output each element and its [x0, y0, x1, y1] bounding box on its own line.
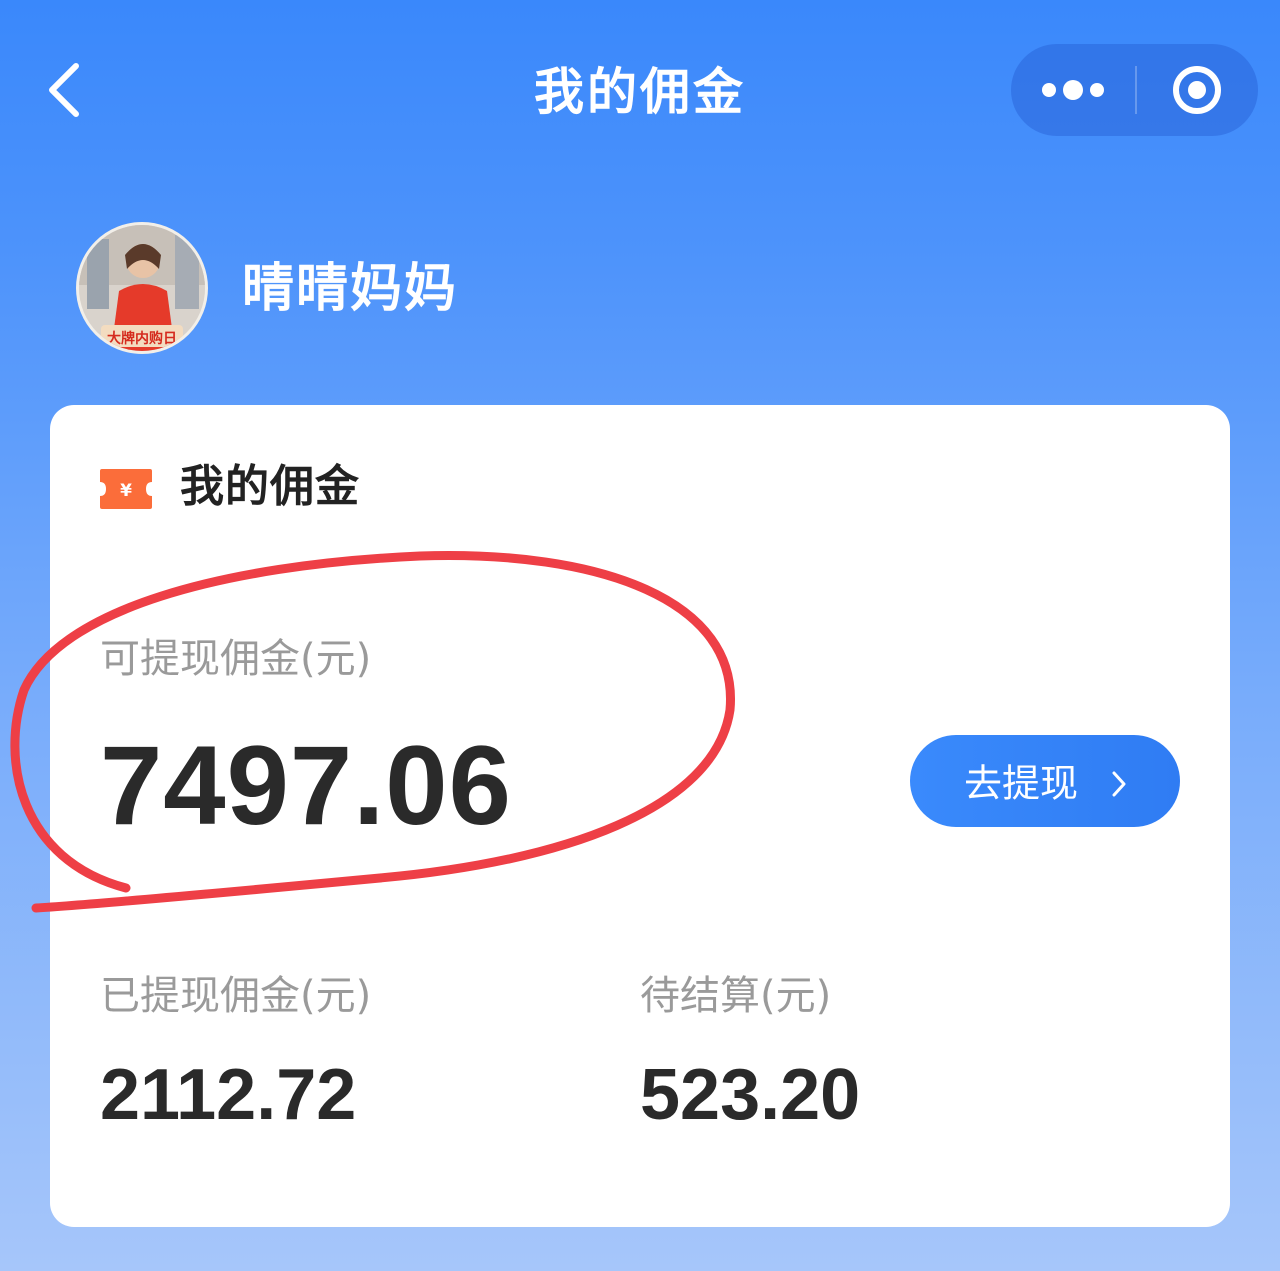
avatar-badge-logo: 大牌内购日	[107, 330, 177, 347]
user-name: 晴晴妈妈	[242, 259, 459, 319]
close-button[interactable]	[1137, 44, 1258, 136]
withdrawn-commission-label: 已提现佣金(元)	[100, 973, 372, 1019]
avatar[interactable]: 大牌内购日	[76, 222, 208, 354]
svg-text:大牌内购日: 大牌内购日	[107, 330, 177, 347]
available-commission-value: 7497.06	[100, 723, 512, 848]
svg-text:¥: ¥	[120, 481, 132, 501]
chevron-right-icon	[1112, 771, 1126, 796]
card-icon-wrapper: ¥	[98, 467, 154, 511]
more-button[interactable]	[1011, 44, 1135, 136]
pending-settlement-label: 待结算(元)	[640, 973, 832, 1019]
mini-program-capsule	[1011, 44, 1258, 136]
withdrawn-commission-value: 2112.72	[100, 1055, 357, 1135]
available-commission-label: 可提现佣金(元)	[100, 636, 372, 682]
withdraw-button[interactable]: 去提现	[910, 735, 1180, 827]
navigation-bar: 我的佣金	[0, 0, 1280, 180]
commission-card: ¥ 我的佣金 可提现佣金(元) 7497.06 去提现 已提现佣金(元) 211…	[50, 405, 1230, 1227]
pending-settlement-value: 523.20	[640, 1055, 861, 1135]
yuan-ticket-icon: ¥	[100, 469, 152, 509]
withdraw-button-label: 去提现	[963, 761, 1078, 806]
more-dots-icon	[1042, 80, 1104, 100]
card-title: 我的佣金	[180, 461, 360, 512]
target-circle-icon	[1173, 66, 1221, 114]
